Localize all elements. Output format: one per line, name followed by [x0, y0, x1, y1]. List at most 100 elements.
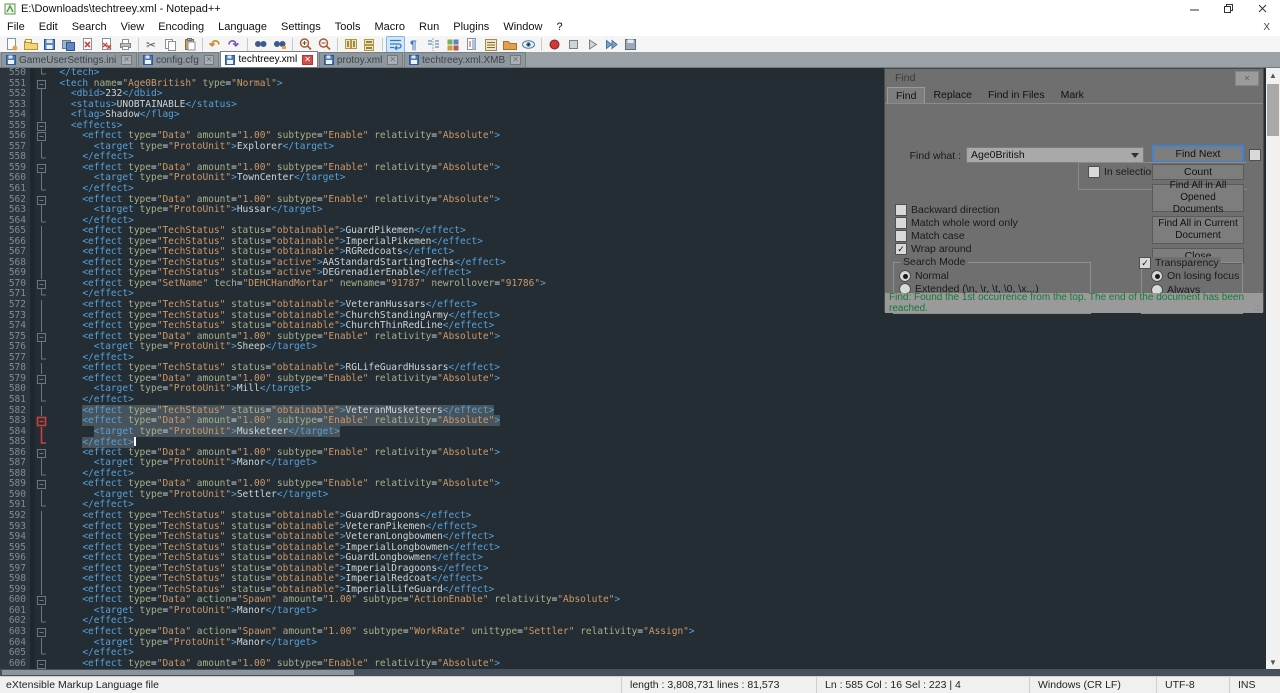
find-dialog-title-bar[interactable]: Find ✕ — [885, 69, 1263, 87]
close-icon[interactable] — [78, 36, 97, 53]
sync-vertical-icon[interactable] — [341, 36, 360, 53]
menu-item-view[interactable]: View — [114, 21, 152, 33]
find-what-combobox[interactable]: Age0British — [966, 147, 1144, 163]
menu-item-settings[interactable]: Settings — [274, 21, 328, 33]
new-file-icon[interactable] — [2, 36, 21, 53]
word-wrap-icon[interactable] — [386, 36, 405, 53]
save-icon[interactable] — [40, 36, 59, 53]
fold-toggle-icon[interactable] — [35, 195, 48, 206]
tab-close-icon[interactable]: ✕ — [302, 55, 313, 65]
menu-item-plugins[interactable]: Plugins — [446, 21, 496, 33]
fold-toggle-icon[interactable] — [35, 479, 48, 490]
undo-icon[interactable]: ↶ — [206, 36, 225, 53]
code-line[interactable]: 576 <target type="ProtoUnit">Sheep</targ… — [0, 342, 1266, 353]
find-next-button[interactable]: Find Next — [1152, 145, 1244, 163]
find-icon[interactable] — [251, 36, 270, 53]
code-line[interactable]: 580 <target type="ProtoUnit">Mill</targe… — [0, 384, 1266, 395]
line-number[interactable]: 581 — [0, 395, 30, 406]
scroll-up-arrow-icon[interactable]: ▲ — [1266, 68, 1280, 82]
fold-toggle-icon[interactable] — [35, 659, 48, 669]
menu-item-encoding[interactable]: Encoding — [151, 21, 211, 33]
copy-icon[interactable] — [161, 36, 180, 53]
backward-direction-checkbox[interactable]: Backward direction — [895, 204, 1000, 216]
menu-item-edit[interactable]: Edit — [32, 21, 65, 33]
menu-item-[interactable]: ? — [549, 21, 569, 33]
macro-stop-icon[interactable] — [564, 36, 583, 53]
line-number[interactable]: 583 — [0, 416, 30, 427]
fold-toggle-icon[interactable] — [35, 595, 48, 606]
scroll-down-arrow-icon[interactable]: ▼ — [1266, 655, 1280, 669]
tab-close-icon[interactable]: ✕ — [204, 55, 215, 65]
match-whole-word-only-checkbox[interactable]: Match whole word only — [895, 217, 1018, 229]
line-number[interactable]: 561 — [0, 184, 30, 195]
tab-config-cfg[interactable]: config.cfg✕ — [138, 52, 220, 67]
line-number[interactable]: 572 — [0, 300, 30, 311]
code-line[interactable]: 604 <target type="ProtoUnit">Manor</targ… — [0, 638, 1266, 649]
find-dialog-tab-replace[interactable]: Replace — [925, 87, 980, 103]
menu-item-window[interactable]: Window — [496, 21, 549, 33]
horizontal-scrollbar-thumb[interactable] — [2, 670, 354, 675]
close-document-x[interactable]: X — [1253, 22, 1280, 33]
line-number[interactable]: 550 — [0, 68, 30, 79]
cut-icon[interactable]: ✂ — [142, 36, 161, 53]
macro-run-multiple-icon[interactable] — [602, 36, 621, 53]
tab-close-icon[interactable]: ✕ — [387, 55, 398, 65]
fold-toggle-icon[interactable] — [35, 131, 48, 142]
fold-toggle-icon[interactable] — [35, 374, 48, 385]
tab-techtreey-xml-xmb[interactable]: techtreey.xml.XMB✕ — [404, 52, 526, 67]
fold-toggle-icon[interactable] — [35, 627, 48, 638]
define-language-icon[interactable] — [443, 36, 462, 53]
search-mode-normal-radio[interactable]: Normal — [899, 270, 949, 282]
match-case-checkbox[interactable]: Match case — [895, 230, 965, 242]
fold-toggle-icon[interactable] — [35, 416, 48, 427]
fold-toggle-icon[interactable] — [35, 121, 48, 132]
menu-item-language[interactable]: Language — [211, 21, 274, 33]
find-dialog-tab-find[interactable]: Find — [887, 87, 925, 104]
fold-toggle-icon[interactable] — [35, 163, 48, 174]
menu-item-file[interactable]: File — [0, 21, 32, 33]
combobox-dropdown-arrow-icon[interactable] — [1131, 153, 1139, 158]
code-line[interactable]: 584 <target type="ProtoUnit">Musketeer</… — [0, 427, 1266, 438]
transparency-on-losing-focus-radio[interactable]: On losing focus — [1151, 270, 1239, 282]
wrap-around-checkbox[interactable]: ✓Wrap around — [895, 243, 972, 255]
tab-gameusersettings-ini[interactable]: GameUserSettings.ini✕ — [1, 52, 137, 67]
line-number[interactable]: 603 — [0, 627, 30, 638]
tab-techtreey-xml[interactable]: techtreey.xml✕ — [220, 51, 317, 67]
restore-button[interactable] — [1212, 0, 1246, 18]
show-indent-guide-icon[interactable] — [424, 36, 443, 53]
code-line[interactable]: 587 <target type="ProtoUnit">Manor</targ… — [0, 458, 1266, 469]
close-all-icon[interactable] — [97, 36, 116, 53]
menu-item-search[interactable]: Search — [65, 21, 114, 33]
replace-icon[interactable] — [270, 36, 289, 53]
menu-item-run[interactable]: Run — [412, 21, 446, 33]
status-encoding[interactable]: UTF-8 — [1157, 677, 1230, 693]
folder-as-workspace-icon[interactable] — [500, 36, 519, 53]
fold-toggle-icon[interactable] — [35, 332, 48, 343]
paste-icon[interactable] — [180, 36, 199, 53]
monitoring-icon[interactable] — [519, 36, 538, 53]
minimize-button[interactable] — [1178, 0, 1212, 18]
menu-item-macro[interactable]: Macro — [367, 21, 412, 33]
function-list-icon[interactable] — [481, 36, 500, 53]
status-insert-mode[interactable]: INS — [1230, 677, 1280, 693]
status-eol-format[interactable]: Windows (CR LF) — [1030, 677, 1157, 693]
two-buttons-mode-checkbox[interactable] — [1249, 149, 1261, 161]
find-dialog-close-icon[interactable]: ✕ — [1235, 71, 1259, 86]
in-selection-checkbox[interactable]: In selection — [1088, 166, 1157, 178]
show-all-characters-icon[interactable]: ¶ — [405, 36, 424, 53]
horizontal-scrollbar[interactable] — [0, 669, 1280, 676]
line-number[interactable]: 592 — [0, 511, 30, 522]
find-all-opened-button[interactable]: Find All in All Opened Documents — [1152, 184, 1244, 212]
fold-toggle-icon[interactable] — [35, 279, 48, 290]
vertical-scrollbar[interactable]: ▲ ▼ — [1266, 68, 1280, 669]
find-dialog-tab-find-in-files[interactable]: Find in Files — [980, 87, 1053, 103]
save-all-icon[interactable] — [59, 36, 78, 53]
macro-record-icon[interactable] — [545, 36, 564, 53]
resize-grip-icon[interactable]: .:: — [1254, 303, 1261, 312]
redo-icon[interactable]: ↷ — [225, 36, 244, 53]
zoom-in-icon[interactable] — [296, 36, 315, 53]
sync-horizontal-icon[interactable] — [360, 36, 379, 53]
tab-close-icon[interactable]: ✕ — [121, 55, 132, 65]
fold-toggle-icon[interactable] — [35, 448, 48, 459]
print-icon[interactable] — [116, 36, 135, 53]
